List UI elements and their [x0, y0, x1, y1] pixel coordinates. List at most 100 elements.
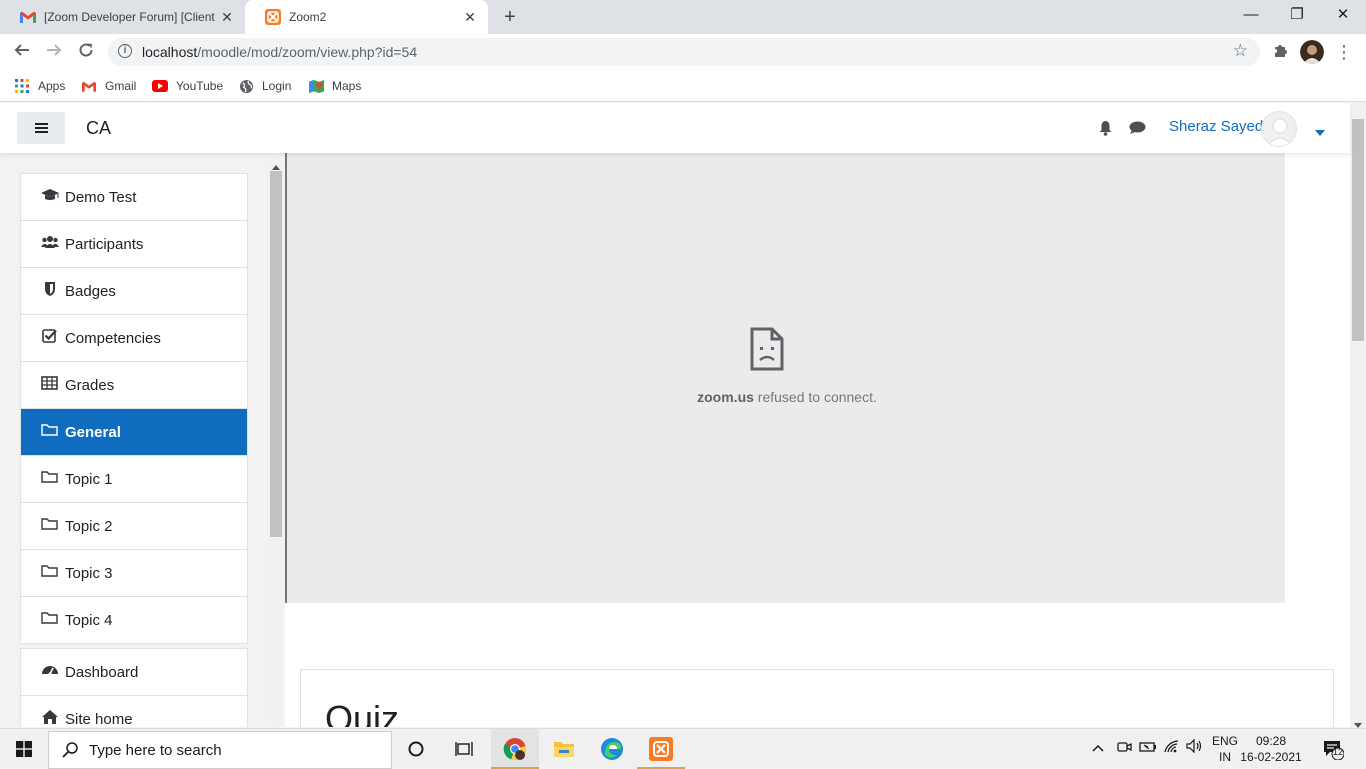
notification-center-button[interactable]: 12 — [1322, 738, 1345, 763]
bookmark-gmail[interactable]: Gmail — [81, 76, 136, 96]
address-bar[interactable]: i localhost/moodle/mod/zoom/view.php?id=… — [108, 38, 1260, 66]
folder-icon — [41, 471, 58, 483]
close-tab-icon[interactable]: ✕ — [462, 9, 478, 25]
embedded-zoom-frame: zoom.us refused to connect. — [285, 153, 1285, 603]
nav-item-competencies[interactable]: Competencies — [21, 314, 247, 361]
chevron-down-icon[interactable] — [1315, 123, 1325, 141]
bookmark-label: Maps — [332, 79, 362, 93]
wifi-icon[interactable] — [1164, 739, 1180, 756]
browser-tab-strip: [Zoom Developer Forum] [Client ✕ Zoom2 ✕… — [0, 0, 1366, 34]
nav-item-grades[interactable]: Grades — [21, 361, 247, 408]
user-avatar[interactable] — [1261, 111, 1297, 147]
chrome-icon — [503, 738, 526, 761]
folder-icon — [41, 612, 58, 624]
windows-taskbar: Type here to search ENG IN 09:28 16-02-2… — [0, 728, 1366, 769]
bookmark-label: Gmail — [105, 79, 137, 93]
tab-title: Zoom2 — [289, 10, 327, 24]
clock-time: 09:28 — [1255, 734, 1287, 748]
connection-error-message: zoom.us refused to connect. — [697, 389, 877, 405]
taskbar-clock[interactable]: 09:28 16-02-2021 — [1240, 733, 1302, 765]
new-tab-button[interactable]: + — [499, 6, 521, 28]
nav-drawer: Demo Test Participants Badges Competenci… — [0, 153, 285, 727]
taskbar-chrome[interactable] — [491, 729, 539, 769]
drawer-scroll-thumb[interactable] — [270, 171, 282, 537]
sad-page-icon — [750, 327, 784, 371]
maximize-button[interactable]: ❐ — [1274, 0, 1320, 34]
site-header: CA Sheraz Sayed — [0, 103, 1350, 153]
reload-icon[interactable] — [74, 40, 98, 64]
taskbar-edge[interactable] — [588, 729, 636, 769]
start-button[interactable] — [0, 729, 48, 769]
folder-icon — [41, 565, 58, 577]
taskbar-search-box[interactable]: Type here to search — [48, 731, 392, 769]
close-window-button[interactable]: ✕ — [1320, 0, 1366, 34]
nav-item-dashboard[interactable]: Dashboard — [21, 649, 247, 695]
cortana-circle-icon — [408, 741, 424, 757]
volume-icon[interactable] — [1186, 738, 1204, 756]
graduation-cap-icon — [41, 189, 59, 200]
bookmark-maps[interactable]: Maps — [308, 76, 361, 96]
drawer-scrollbar[interactable] — [269, 157, 283, 727]
show-hidden-icons-chevron-icon[interactable] — [1092, 739, 1104, 755]
dashboard-icon — [42, 666, 58, 676]
folder-icon — [41, 424, 58, 436]
profile-avatar-icon[interactable] — [1300, 40, 1324, 64]
scroll-down-arrow-icon[interactable] — [272, 719, 280, 727]
nav-item-site-home[interactable]: Site home — [21, 695, 247, 727]
nav-item-topic-1[interactable]: Topic 1 — [21, 455, 247, 502]
table-icon — [41, 376, 58, 390]
bookmark-youtube[interactable]: YouTube — [152, 76, 223, 96]
file-explorer-icon — [554, 742, 574, 757]
taskbar-xampp[interactable] — [637, 729, 685, 769]
bookmark-star-icon[interactable]: ☆ — [1233, 41, 1248, 61]
nav-item-topic-2[interactable]: Topic 2 — [21, 502, 247, 549]
minimize-button[interactable]: — — [1228, 0, 1274, 34]
browser-menu-icon[interactable]: ⋮ — [1332, 40, 1356, 64]
input-language-indicator[interactable]: ENG IN — [1210, 733, 1240, 765]
forward-icon[interactable] — [42, 40, 66, 64]
search-placeholder: Type here to search — [89, 742, 222, 759]
course-nav-list: Demo Test Participants Badges Competenci… — [20, 173, 248, 644]
tab-zoom2[interactable]: Zoom2 ✕ — [245, 0, 488, 34]
nav-item-participants[interactable]: Participants — [21, 220, 247, 267]
bookmark-apps[interactable]: Apps — [14, 76, 65, 96]
nav-item-topic-4[interactable]: Topic 4 — [21, 596, 247, 643]
messages-icon[interactable] — [1129, 121, 1146, 140]
globe-icon — [238, 78, 254, 94]
browser-toolbar: i localhost/moodle/mod/zoom/view.php?id=… — [0, 34, 1366, 70]
youtube-icon — [152, 78, 168, 94]
user-menu-name[interactable]: Sheraz Sayed — [1169, 118, 1263, 135]
site-name[interactable]: CA — [86, 118, 111, 139]
back-icon[interactable] — [10, 40, 34, 64]
battery-icon[interactable] — [1139, 739, 1157, 756]
tab-zoom-developer-forum[interactable]: [Zoom Developer Forum] [Client ✕ — [0, 0, 245, 34]
nav-item-badges[interactable]: Badges — [21, 267, 247, 314]
bookmarks-bar: Apps Gmail YouTube Login Maps — [0, 70, 1366, 102]
extensions-icon[interactable] — [1268, 40, 1292, 64]
hamburger-icon — [35, 123, 48, 125]
nav-item-topic-3[interactable]: Topic 3 — [21, 549, 247, 596]
close-tab-icon[interactable]: ✕ — [219, 9, 235, 25]
quiz-section-card: Quiz — [300, 669, 1334, 727]
shield-icon — [45, 282, 55, 296]
meet-now-icon[interactable] — [1116, 739, 1132, 758]
main-content: zoom.us refused to connect. Quiz — [285, 153, 1350, 727]
page-scroll-thumb[interactable] — [1352, 119, 1364, 341]
folder-icon — [41, 518, 58, 530]
info-icon[interactable]: i — [118, 44, 132, 58]
page-scrollbar[interactable] — [1350, 103, 1366, 728]
drawer-toggle-button[interactable] — [17, 112, 65, 144]
bell-icon[interactable] — [1098, 120, 1113, 141]
users-icon — [41, 236, 59, 248]
nav-item-general[interactable]: General — [21, 408, 247, 455]
task-view-button[interactable] — [440, 729, 488, 769]
notification-count: 12 — [1332, 747, 1343, 757]
bookmark-login[interactable]: Login — [238, 76, 291, 96]
quiz-title: Quiz — [325, 698, 400, 727]
url-text[interactable]: localhost/moodle/mod/zoom/view.php?id=54 — [142, 44, 417, 60]
bookmark-label: Apps — [38, 79, 66, 93]
taskbar-file-explorer[interactable] — [540, 729, 588, 769]
tab-title: [Zoom Developer Forum] [Client — [44, 10, 215, 24]
cortana-button[interactable] — [392, 729, 440, 769]
nav-item-demo-test[interactable]: Demo Test — [21, 174, 247, 220]
